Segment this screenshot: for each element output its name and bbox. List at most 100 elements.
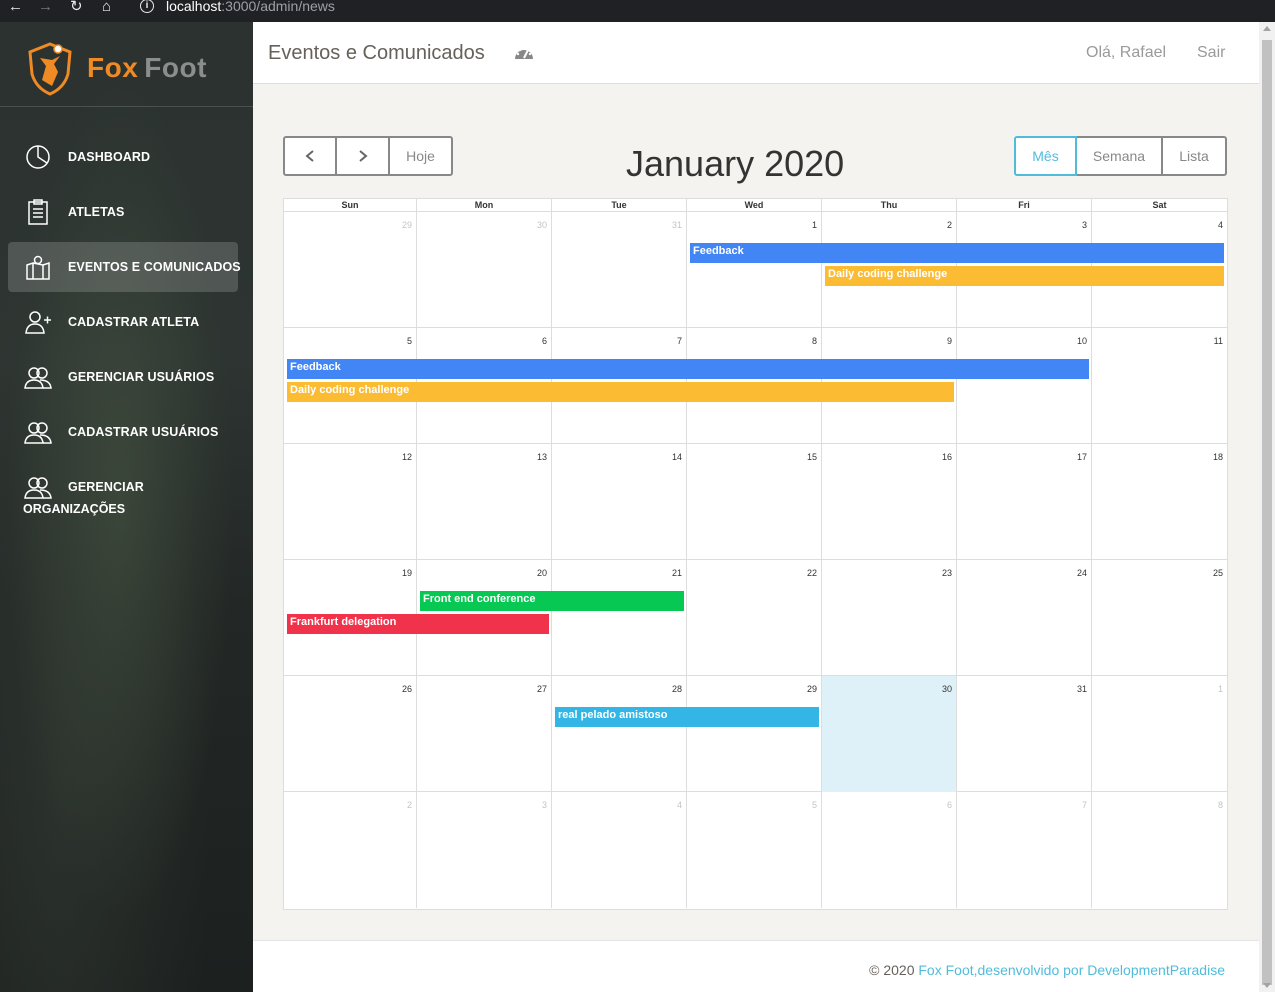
day-number[interactable]: 2	[407, 800, 412, 810]
page-scrollbar[interactable]	[1259, 22, 1275, 992]
user-greeting[interactable]: Olá, Rafael	[1086, 44, 1166, 62]
next-month-button[interactable]	[335, 136, 390, 176]
day-cell[interactable]: 14	[552, 444, 687, 560]
day-number[interactable]: 8	[812, 336, 817, 346]
home-icon[interactable]: ⌂	[102, 0, 111, 14]
address-bar[interactable]: localhost:3000/admin/news	[166, 0, 335, 14]
day-cell[interactable]: 1	[687, 212, 822, 328]
day-cell[interactable]: 10	[957, 328, 1092, 444]
day-number[interactable]: 8	[1218, 800, 1223, 810]
sidebar-item-atletas[interactable]: ATLETAS	[8, 187, 238, 237]
day-cell[interactable]: 18	[1092, 444, 1227, 560]
day-cell[interactable]: 21	[552, 560, 687, 676]
prev-month-button[interactable]	[283, 136, 337, 176]
calendar-event[interactable]: Feedback	[287, 359, 1089, 379]
day-number[interactable]: 11	[1214, 336, 1223, 346]
sidebar-item-cadastrar-usuarios[interactable]: CADASTRAR USUÁRIOS	[8, 407, 238, 457]
calendar-event[interactable]: Daily coding challenge	[825, 266, 1224, 286]
day-cell[interactable]: 8	[1092, 792, 1227, 908]
day-number[interactable]: 15	[807, 452, 817, 462]
sidebar-item-dashboard[interactable]: DASHBOARD	[8, 132, 238, 182]
day-number[interactable]: 16	[942, 452, 952, 462]
day-number[interactable]: 18	[1213, 452, 1223, 462]
day-number[interactable]: 29	[807, 684, 817, 694]
day-cell[interactable]: 12	[284, 444, 417, 560]
day-cell[interactable]: 17	[957, 444, 1092, 560]
day-number[interactable]: 14	[672, 452, 682, 462]
day-number[interactable]: 28	[672, 684, 682, 694]
day-number[interactable]: 9	[947, 336, 952, 346]
day-cell[interactable]: 16	[822, 444, 957, 560]
day-cell[interactable]: 7	[957, 792, 1092, 908]
back-arrow-icon[interactable]: ←	[8, 0, 23, 14]
day-cell[interactable]: 2	[284, 792, 417, 908]
day-number[interactable]: 12	[402, 452, 412, 462]
day-number[interactable]: 1	[1218, 684, 1223, 694]
day-number[interactable]: 5	[407, 336, 412, 346]
dashboard-gauge-icon[interactable]	[513, 44, 535, 62]
view-week-button[interactable]: Semana	[1075, 136, 1163, 176]
day-number[interactable]: 4	[677, 800, 682, 810]
day-cell[interactable]: 22	[687, 560, 822, 676]
day-cell[interactable]: 26	[284, 676, 417, 792]
sidebar-item-eventos[interactable]: EVENTOS E COMUNICADOS	[8, 242, 241, 292]
day-cell[interactable]: 30	[417, 212, 552, 328]
scroll-down-arrow-icon[interactable]	[1263, 983, 1271, 988]
day-cell[interactable]: 24	[957, 560, 1092, 676]
day-cell[interactable]: 28	[552, 676, 687, 792]
sidebar-item-gerenciar-organizacoes[interactable]: GERENCIAR ORGANIZAÇÕES	[8, 462, 238, 516]
day-number[interactable]: 21	[672, 568, 682, 578]
day-cell[interactable]: 4	[552, 792, 687, 908]
day-number[interactable]: 17	[1077, 452, 1087, 462]
day-number[interactable]: 24	[1077, 568, 1087, 578]
day-number[interactable]: 19	[402, 568, 412, 578]
day-cell[interactable]: 31	[957, 676, 1092, 792]
day-number[interactable]: 3	[1082, 220, 1087, 230]
logout-link[interactable]: Sair	[1197, 44, 1225, 62]
day-number[interactable]: 3	[542, 800, 547, 810]
day-cell[interactable]: 23	[822, 560, 957, 676]
day-cell[interactable]: 30	[822, 676, 957, 792]
day-cell[interactable]: 1	[1092, 676, 1227, 792]
day-number[interactable]: 31	[1077, 684, 1087, 694]
day-number[interactable]: 10	[1077, 336, 1087, 346]
day-cell[interactable]: 11	[1092, 328, 1227, 444]
day-number[interactable]: 25	[1213, 568, 1223, 578]
calendar-event[interactable]: real pelado amistoso	[555, 707, 819, 727]
day-cell[interactable]: 25	[1092, 560, 1227, 676]
scroll-up-arrow-icon[interactable]	[1263, 26, 1271, 31]
day-cell[interactable]: 15	[687, 444, 822, 560]
day-number[interactable]: 31	[672, 220, 682, 230]
day-cell[interactable]: 6	[822, 792, 957, 908]
day-cell[interactable]: 5	[687, 792, 822, 908]
sidebar-item-cadastrar-atleta[interactable]: CADASTRAR ATLETA	[8, 297, 238, 347]
calendar-event[interactable]: Feedback	[690, 243, 1224, 263]
day-number[interactable]: 23	[942, 568, 952, 578]
info-icon[interactable]: i	[140, 0, 154, 13]
day-number[interactable]: 30	[537, 220, 547, 230]
footer-link[interactable]: Fox Foot,desenvolvido por DevelopmentPar…	[918, 962, 1225, 978]
day-number[interactable]: 22	[807, 568, 817, 578]
view-list-button[interactable]: Lista	[1161, 136, 1227, 176]
day-number[interactable]: 29	[402, 220, 412, 230]
view-month-button[interactable]: Mês	[1014, 136, 1077, 176]
scrollbar-thumb[interactable]	[1262, 40, 1272, 985]
day-number[interactable]: 1	[812, 220, 817, 230]
day-cell[interactable]: 3	[417, 792, 552, 908]
calendar-event[interactable]: Frankfurt delegation	[287, 614, 549, 634]
day-number[interactable]: 7	[1082, 800, 1087, 810]
day-cell[interactable]: 27	[417, 676, 552, 792]
sidebar-item-gerenciar-usuarios[interactable]: GERENCIAR USUÁRIOS	[8, 352, 238, 402]
day-number[interactable]: 7	[677, 336, 682, 346]
today-button[interactable]: Hoje	[388, 136, 453, 176]
day-number[interactable]: 20	[537, 568, 547, 578]
calendar-event[interactable]: Daily coding challenge	[287, 382, 954, 402]
calendar-event[interactable]: Front end conference	[420, 591, 684, 611]
day-number[interactable]: 2	[947, 220, 952, 230]
day-cell[interactable]: 29	[687, 676, 822, 792]
reload-icon[interactable]: ↻	[70, 0, 83, 14]
day-number[interactable]: 4	[1218, 220, 1223, 230]
day-number[interactable]: 30	[942, 684, 952, 694]
day-number[interactable]: 5	[812, 800, 817, 810]
day-number[interactable]: 13	[537, 452, 547, 462]
